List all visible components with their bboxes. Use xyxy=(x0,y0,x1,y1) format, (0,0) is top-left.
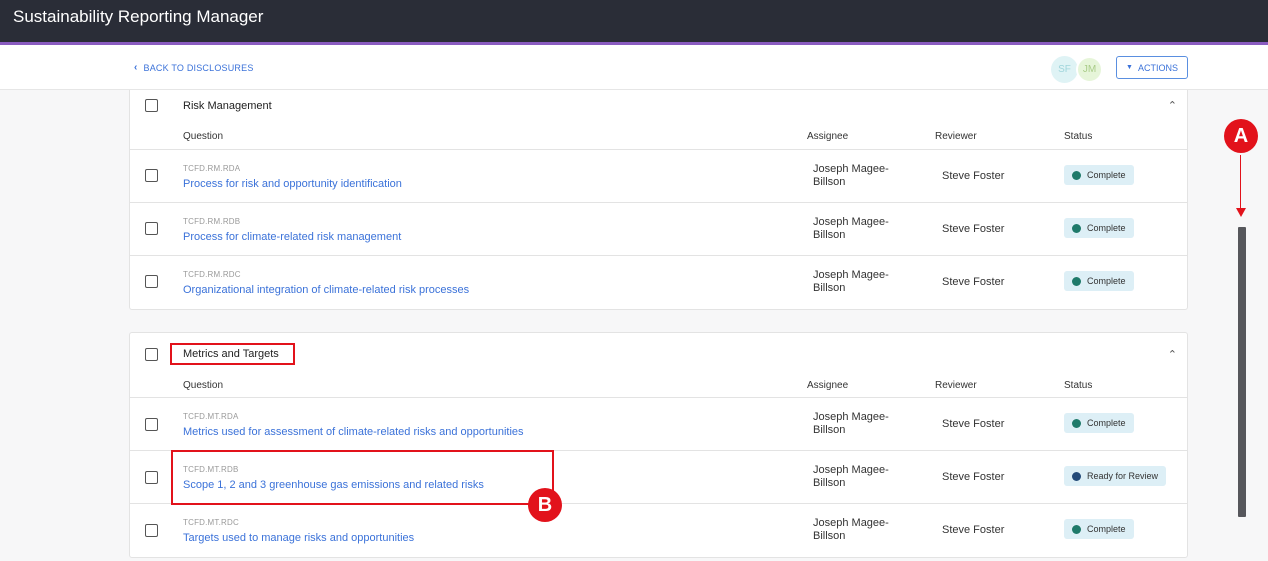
row-checkbox[interactable] xyxy=(145,418,158,431)
actions-label: ACTIONS xyxy=(1137,62,1178,73)
status-dot-icon xyxy=(1072,418,1081,428)
reviewer: Steve Foster xyxy=(942,276,1005,288)
table-row: TCFD.MT.RDC Targets used to manage risks… xyxy=(130,503,1187,556)
reviewer: Steve Foster xyxy=(942,524,1005,536)
column-header-status: Status xyxy=(1064,131,1093,142)
question-link[interactable]: Process for risk and opportunity identif… xyxy=(183,178,402,190)
status-badge: Complete xyxy=(1064,271,1134,291)
question-code: TCFD.MT.RDA xyxy=(183,412,239,421)
section-title: Risk Management xyxy=(183,100,272,112)
column-header-assignee: Assignee xyxy=(807,131,849,142)
status-dot-icon xyxy=(1072,276,1081,286)
reviewer: Steve Foster xyxy=(942,471,1005,483)
status-dot-icon xyxy=(1072,471,1081,481)
column-header-reviewer: Reviewer xyxy=(935,380,977,391)
chevron-up-icon[interactable]: ⌃ xyxy=(1168,99,1177,112)
assignee: Joseph Magee- Billson xyxy=(813,163,889,188)
column-header-question: Question xyxy=(183,131,224,142)
status-badge: Complete xyxy=(1064,413,1134,433)
question-link[interactable]: Process for climate-related risk managem… xyxy=(183,231,401,243)
app-header: Sustainability Reporting Manager xyxy=(0,0,1268,45)
question-link[interactable]: Metrics used for assessment of climate-r… xyxy=(183,426,524,438)
status-badge: Ready for Review xyxy=(1064,466,1167,486)
section-checkbox[interactable] xyxy=(145,99,158,112)
table-row: TCFD.MT.RDA Metrics used for assessment … xyxy=(130,397,1187,450)
assignee: Joseph Magee- Billson xyxy=(813,216,889,241)
section-checkbox[interactable] xyxy=(145,348,158,361)
row-checkbox[interactable] xyxy=(145,222,158,235)
chevron-up-icon[interactable]: ⌃ xyxy=(1168,348,1177,361)
page-toolbar: ‹ BACK TO DISCLOSURES SF JM ▼ ACTIONS xyxy=(0,45,1268,90)
question-link[interactable]: Organizational integration of climate-re… xyxy=(183,284,469,296)
back-to-disclosures-link[interactable]: ‹ BACK TO DISCLOSURES xyxy=(134,62,254,73)
column-header-reviewer: Reviewer xyxy=(935,131,977,142)
annotation-marker-a: A xyxy=(1224,119,1258,153)
column-header-assignee: Assignee xyxy=(807,380,849,391)
row-checkbox[interactable] xyxy=(145,524,158,537)
app-title: Sustainability Reporting Manager xyxy=(13,7,264,26)
status-dot-icon xyxy=(1072,170,1081,180)
scrollbar-thumb[interactable] xyxy=(1238,227,1246,517)
actions-button[interactable]: ▼ ACTIONS xyxy=(1116,56,1188,79)
arrow-head-icon xyxy=(1236,208,1246,217)
highlight-box-question-row xyxy=(171,450,554,505)
avatar-jm[interactable]: JM xyxy=(1076,56,1103,83)
question-code: TCFD.RM.RDC xyxy=(183,270,241,279)
question-link[interactable]: Targets used to manage risks and opportu… xyxy=(183,532,414,544)
column-header-question: Question xyxy=(183,380,224,391)
section-card-metrics-and-targets: Metrics and Targets ⌃ Question Assignee … xyxy=(129,332,1188,558)
reviewer: Steve Foster xyxy=(942,418,1005,430)
status-badge: Complete xyxy=(1064,218,1134,238)
table-row: TCFD.RM.RDB Process for climate-related … xyxy=(130,202,1187,255)
avatar-sf[interactable]: SF xyxy=(1051,56,1078,83)
status-dot-icon xyxy=(1072,223,1081,233)
reviewer: Steve Foster xyxy=(942,170,1005,182)
caret-down-icon: ▼ xyxy=(1126,64,1133,71)
assignee: Joseph Magee- Billson xyxy=(813,517,889,542)
assignee: Joseph Magee- Billson xyxy=(813,411,889,436)
status-badge: Complete xyxy=(1064,165,1134,185)
status-badge: Complete xyxy=(1064,519,1134,539)
question-code: TCFD.MT.RDC xyxy=(183,518,239,527)
row-checkbox[interactable] xyxy=(145,169,158,182)
assignee: Joseph Magee- Billson xyxy=(813,269,889,294)
chevron-left-icon: ‹ xyxy=(134,62,138,73)
reviewer: Steve Foster xyxy=(942,223,1005,235)
column-header-status: Status xyxy=(1064,380,1093,391)
question-code: TCFD.RM.RDB xyxy=(183,217,241,226)
table-row: TCFD.RM.RDA Process for risk and opportu… xyxy=(130,149,1187,202)
section-card-risk-management: Risk Management ⌃ Question Assignee Revi… xyxy=(129,90,1188,310)
question-code: TCFD.RM.RDA xyxy=(183,164,241,173)
annotation-marker-b: B xyxy=(528,488,562,522)
back-link-label: BACK TO DISCLOSURES xyxy=(143,62,254,73)
arrow-down-icon xyxy=(1240,155,1241,211)
highlight-box-section-title xyxy=(170,343,295,365)
section-header: Risk Management ⌃ xyxy=(130,90,1187,124)
row-checkbox[interactable] xyxy=(145,275,158,288)
status-dot-icon xyxy=(1072,524,1081,534)
row-checkbox[interactable] xyxy=(145,471,158,484)
table-row: TCFD.RM.RDC Organizational integration o… xyxy=(130,255,1187,308)
assignee: Joseph Magee- Billson xyxy=(813,464,889,489)
